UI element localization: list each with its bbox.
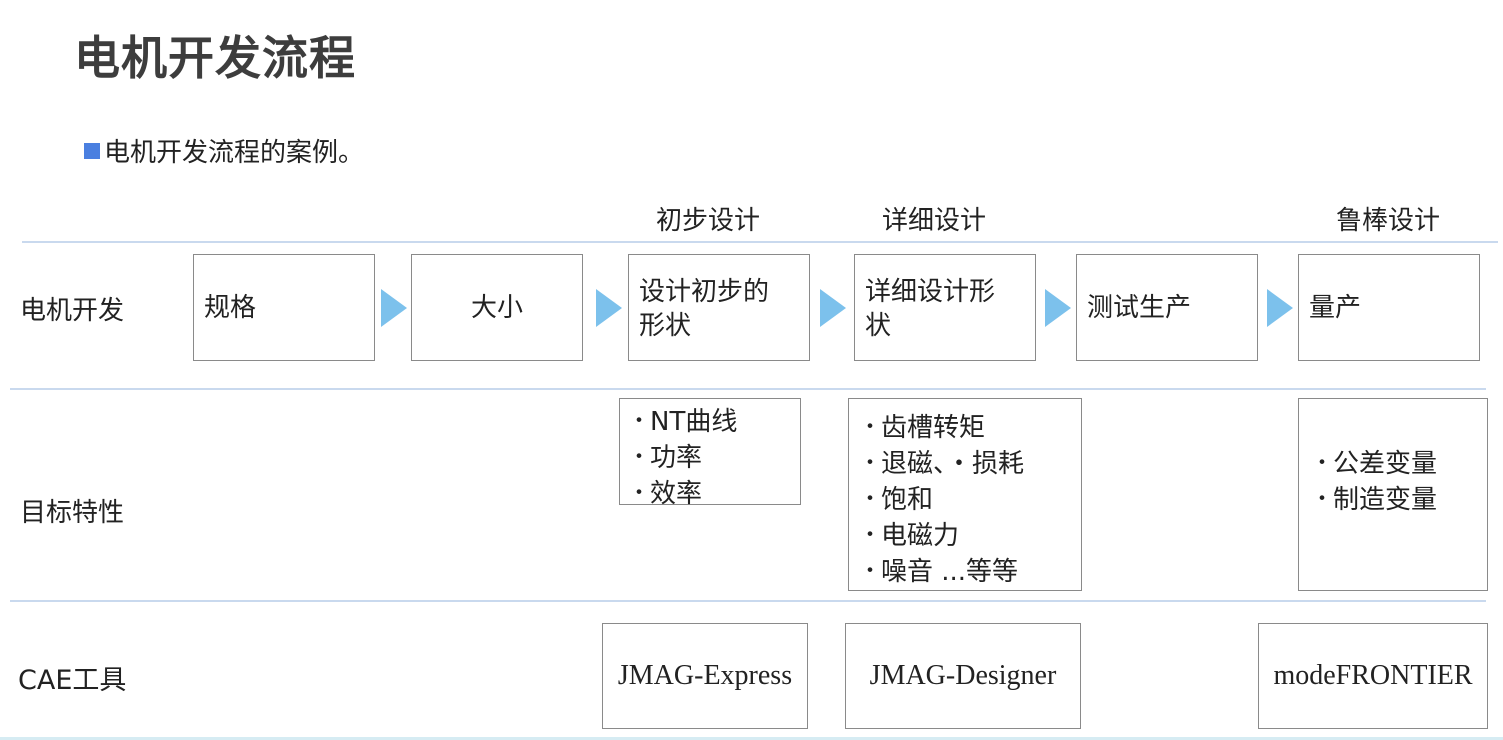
step-line: 规格 (204, 293, 257, 323)
arrow-right-icon (1267, 289, 1293, 327)
list-item: ・ NT曲线 (628, 406, 738, 437)
list-item: ・制造变量 (1311, 484, 1438, 515)
step-box-size: 大小 (411, 254, 583, 361)
list-item: ・齿槽转矩 (859, 412, 986, 443)
list-item: ・电磁力 (859, 520, 960, 551)
step-box-preliminary-shape: 设计初步的 形状 (628, 254, 810, 361)
arrow-right-icon (1045, 289, 1071, 327)
target-list-detailed: ・齿槽转矩 ・退磁、・损耗 ・饱和 ・电磁力 ・噪音 ...等等 (848, 398, 1082, 591)
step-line: 状 (865, 311, 892, 341)
arrow-right-icon (596, 289, 622, 327)
target-list-preliminary: ・ NT曲线 ・功率 ・效率 (619, 398, 801, 509)
arrow-right-icon (820, 289, 846, 327)
row-label-motor-dev: 电机开发 (20, 296, 125, 326)
row-label-target: 目标特性 (20, 498, 125, 528)
list-item: ・功率 (628, 442, 703, 473)
phase-robust: 鲁棒设计 (1336, 206, 1441, 236)
list-item: ・退磁、・损耗 (859, 448, 1025, 479)
tool-box-jmag-designer: JMAG-Designer (845, 623, 1081, 729)
square-bullet-icon (84, 142, 100, 159)
step-line: 测试生产 (1087, 293, 1192, 323)
target-list-robust: ・公差变量 ・制造变量 (1298, 398, 1488, 591)
step-box-detailed-shape: 详细设计形 状 (854, 254, 1036, 361)
list-item: ・效率 (628, 478, 703, 509)
phase-preliminary: 初步设计 (656, 206, 761, 236)
page-title: 电机开发流程 (74, 31, 356, 85)
row-divider-middle (10, 388, 1486, 390)
tool-box-jmag-express: JMAG-Express (602, 623, 808, 729)
intro-bullet: 电机开发流程的案例。 (84, 132, 364, 169)
list-item: ・饱和 (859, 484, 934, 515)
row-label-cae: CAE工具 (18, 665, 127, 696)
intro-text: 电机开发流程的案例。 (104, 138, 365, 168)
step-line: 详细设计形 (865, 277, 996, 307)
list-item: ・噪音 ...等等 (859, 556, 1019, 587)
tool-box-modefrontier: modeFRONTIER (1258, 623, 1488, 729)
step-box-mass-production: 量产 (1298, 254, 1480, 361)
step-line: 设计初步的 (639, 277, 770, 307)
step-box-spec: 规格 (193, 254, 375, 361)
phase-detailed: 详细设计 (882, 206, 987, 236)
step-line: 大小 (470, 292, 523, 323)
arrow-right-icon (381, 289, 407, 327)
step-line: 量产 (1309, 293, 1362, 323)
row-divider-bottom (10, 600, 1486, 602)
list-item: ・公差变量 (1311, 448, 1438, 479)
step-box-test-production: 测试生产 (1076, 254, 1258, 361)
row-divider-top (22, 241, 1498, 243)
step-line: 形状 (639, 311, 692, 341)
